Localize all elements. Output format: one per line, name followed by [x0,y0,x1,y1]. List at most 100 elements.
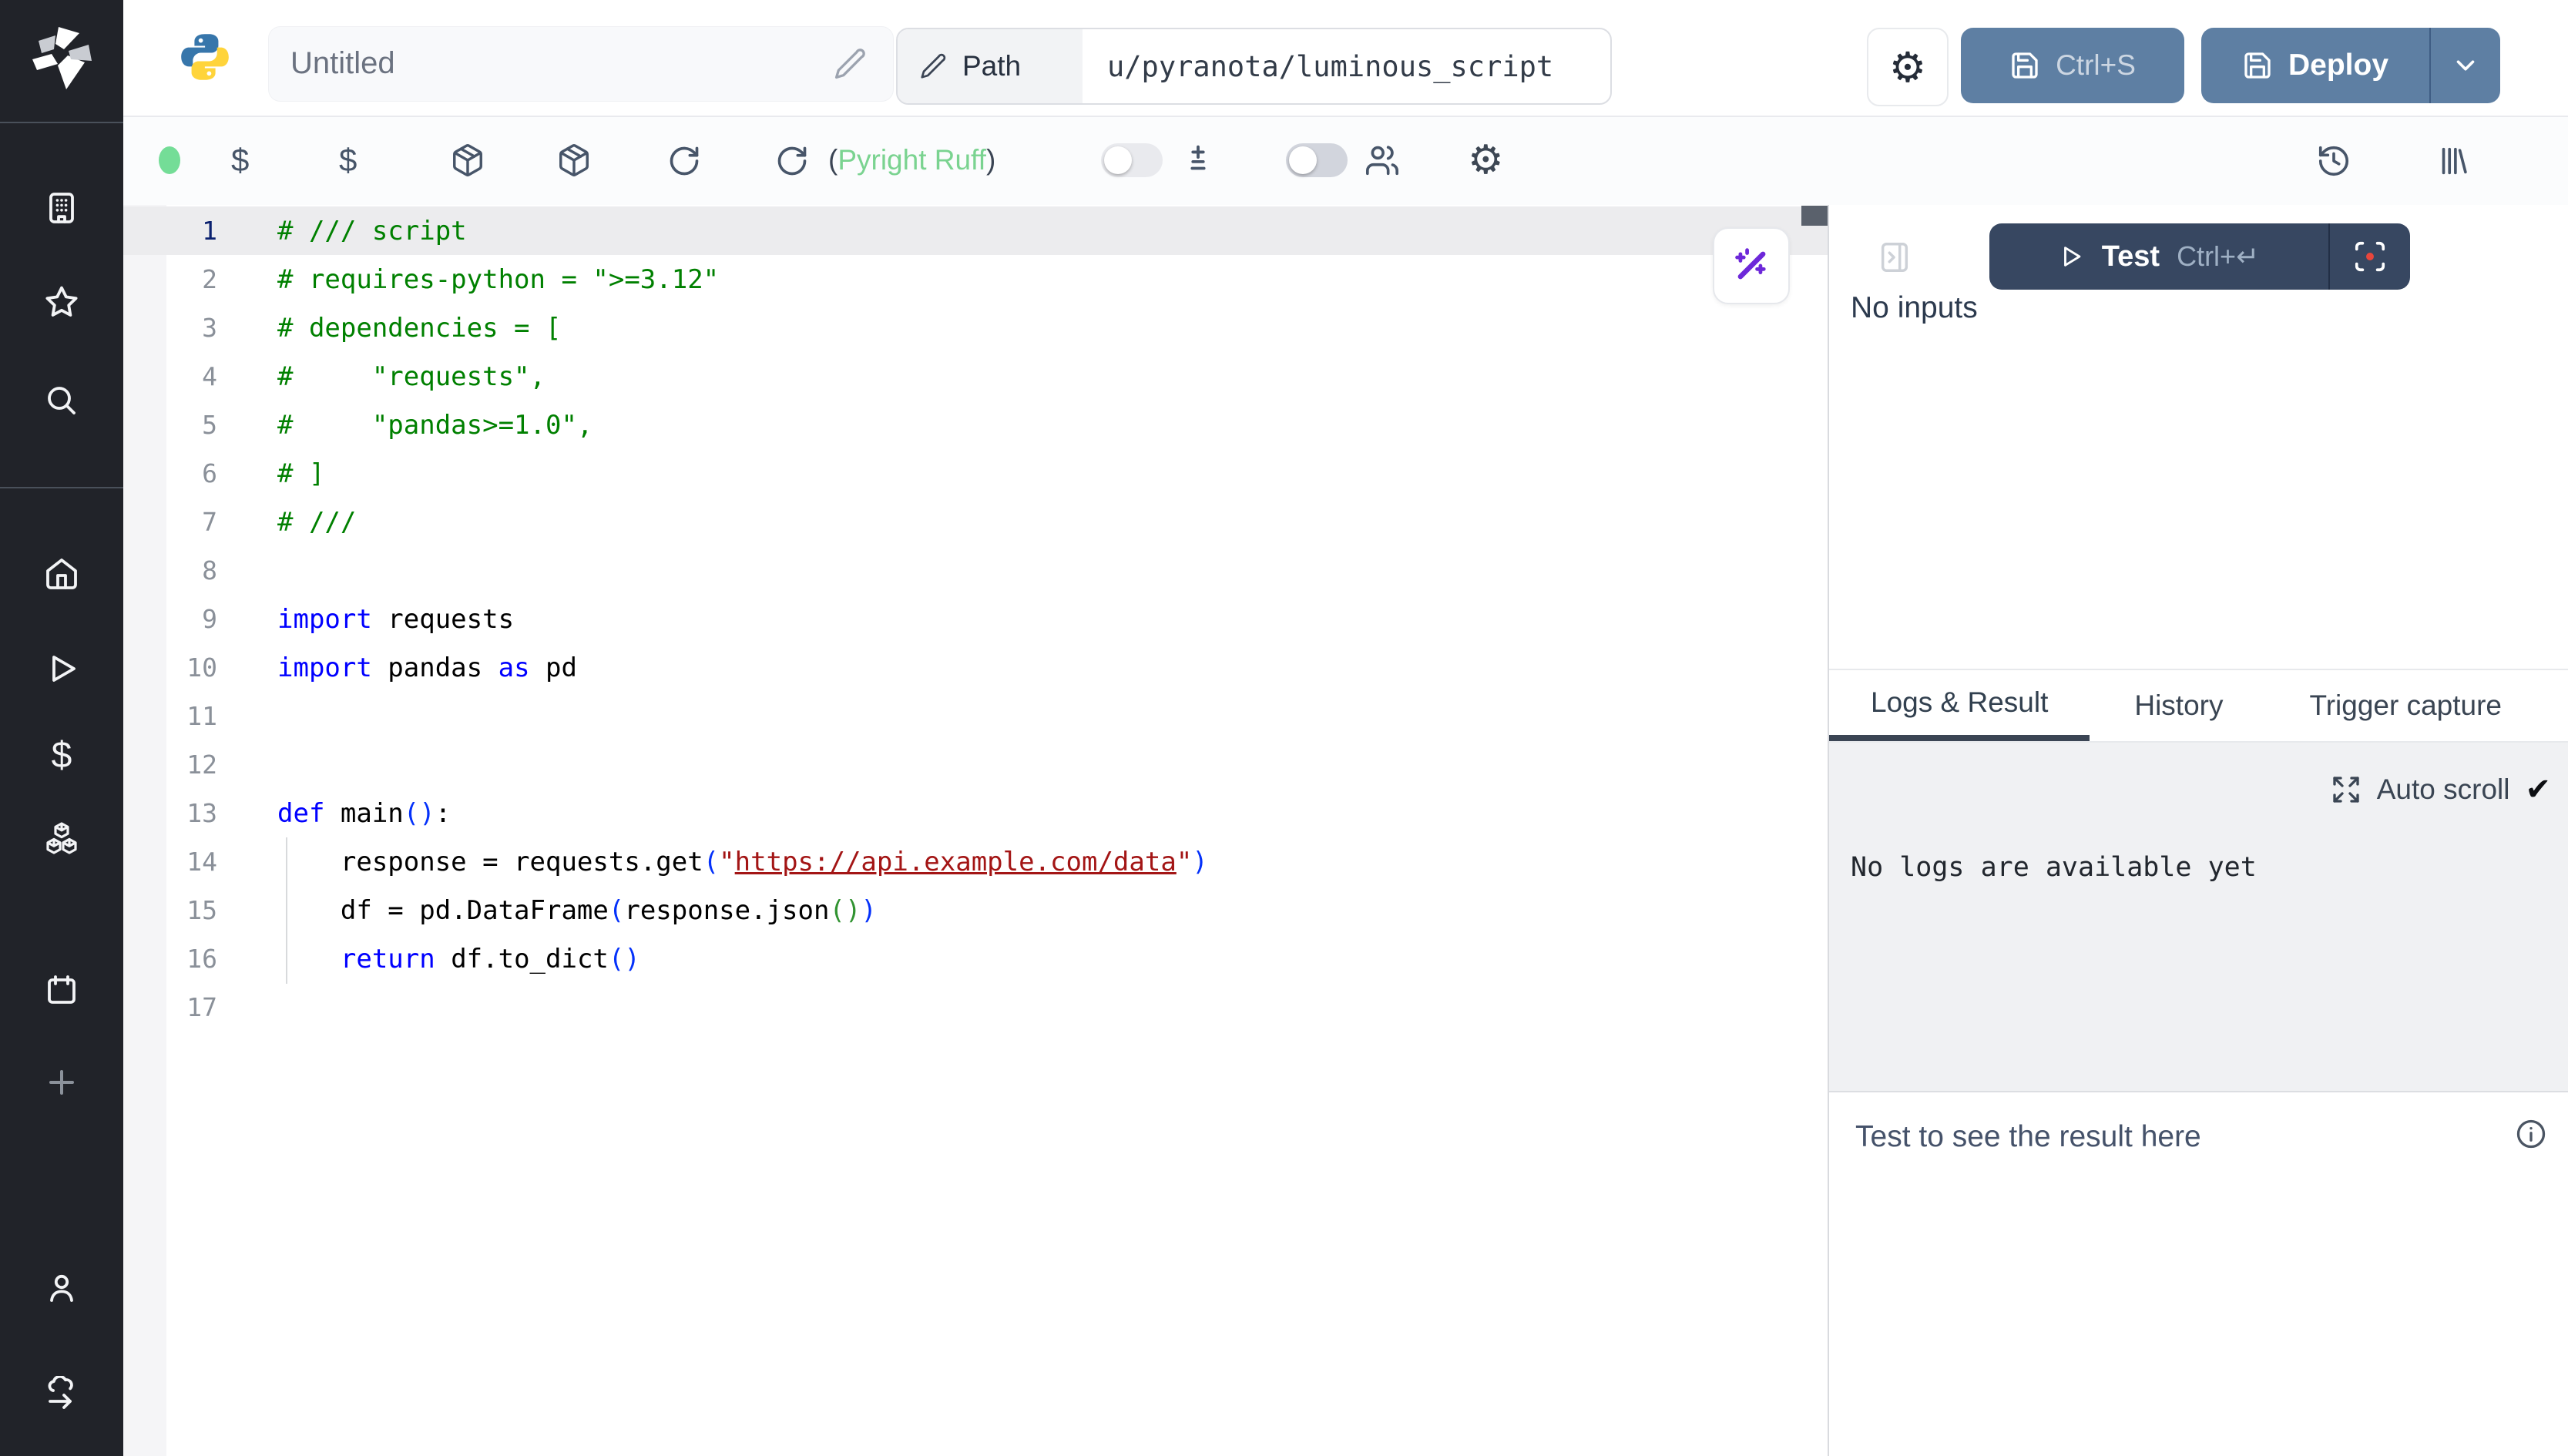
line-number: 5 [123,410,217,440]
toggle-knob [1104,146,1132,174]
code-line[interactable]: 17 [123,983,1828,1032]
editor-settings-gear-icon[interactable]: ⚙ [1468,117,1504,203]
top-header: Untitled Path u/pyranota/luminous_script… [123,0,2568,117]
info-icon[interactable] [2514,1117,2548,1151]
auto-scroll-label: Auto scroll [2377,773,2510,806]
logs-section: Auto scroll ✔ No logs are available yet [1829,743,2568,1091]
ai-assistant-button[interactable] [1713,227,1790,304]
tab-logs-result[interactable]: Logs & Result [1829,670,2090,741]
no-inputs-text: No inputs [1851,291,1978,325]
result-section: Test to see the result here [1829,1091,2568,1456]
sidebar-divider [0,122,123,123]
tab-trigger-capture[interactable]: Trigger capture [2268,670,2543,741]
code-line[interactable]: 11 [123,692,1828,740]
result-placeholder-text: Test to see the result here [1855,1120,2201,1154]
line-number: 14 [123,847,217,877]
star-icon[interactable] [43,283,80,320]
checkmark-icon: ✔ [2525,772,2551,807]
capture-run-button[interactable] [2330,223,2410,290]
code-line[interactable]: 6# ] [123,449,1828,498]
deploy-button-group: Deploy [2201,28,2500,103]
code-text: return df.to_dict() [277,944,640,975]
history-icon[interactable] [2316,143,2351,179]
package-icon[interactable] [450,143,485,178]
code-line[interactable]: 12 [123,740,1828,789]
code-line[interactable]: 14 response = requests.get("https://api.… [123,837,1828,886]
sidebar-divider [0,487,123,488]
play-icon[interactable] [43,650,80,687]
edit-title-pencil-icon[interactable] [833,47,867,81]
record-frame-icon [2352,239,2388,274]
code-text: # dependencies = [ [277,313,561,344]
save-draft-button[interactable]: Ctrl+S [1961,28,2184,103]
dollar-sign-icon[interactable]: $ [43,736,80,773]
line-number: 4 [123,361,217,391]
path-label-segment[interactable]: Path [898,29,1083,103]
line-number: 2 [123,264,217,294]
magic-wand-icon [1731,246,1771,286]
user-icon[interactable] [43,1270,80,1307]
code-text: df = pd.DataFrame(response.json()) [277,895,877,926]
editor-toolbar: $ $ (Pyright Ruff) [123,117,2568,206]
package-icon[interactable] [556,143,592,178]
run-panel: Test Ctrl+↵ No inputs Logs & ResultHisto… [1829,205,2568,1456]
search-icon[interactable] [43,382,80,419]
expand-icon [2331,774,2362,805]
windmill-logo[interactable] [23,20,100,97]
code-line[interactable]: 8 [123,546,1828,595]
editor-scrollbar-thumb[interactable] [1801,206,1828,226]
code-text: import pandas as pd [277,653,577,683]
code-line[interactable]: 9import requests [123,595,1828,643]
diff-mode-toggle[interactable] [1101,143,1163,177]
code-text: # requires-python = ">=3.12" [277,264,719,295]
script-settings-button[interactable]: ⚙ [1867,28,1949,106]
code-editor[interactable]: 1# /// script 2 # requires-python = ">=3.1… [123,205,1829,1456]
play-icon [2059,243,2085,270]
home-icon[interactable] [43,555,80,592]
boxes-icon[interactable] [43,820,80,857]
code-line[interactable]: 15 df = pd.DataFrame(response.json()) [123,886,1828,934]
resources-dollar-icon[interactable]: $ [339,117,357,203]
library-icon[interactable] [2435,143,2471,179]
gear-icon: ⚙ [1889,43,1926,92]
building-icon[interactable] [43,190,80,226]
auto-scroll-control[interactable]: Auto scroll ✔ [2331,772,2551,807]
code-line[interactable]: 2 # requires-python = ">=3.12" [123,255,1828,304]
test-button-group: Test Ctrl+↵ [1989,223,2410,290]
multiplayer-toggle[interactable] [1286,143,1348,177]
tab-history[interactable]: History [2093,670,2264,741]
deploy-options-button[interactable] [2431,28,2500,103]
test-button[interactable]: Test Ctrl+↵ [1989,223,2328,290]
code-line[interactable]: 3# dependencies = [ [123,304,1828,352]
code-line[interactable]: 16 return df.to_dict() [123,934,1828,983]
code-text: response = requests.get("https://api.exa… [277,847,1208,877]
app-sidebar: $ [0,0,123,1456]
test-shortcut: Ctrl+↵ [2177,240,2259,273]
collapse-panel-icon[interactable] [1877,237,1912,277]
workspace-switch-icon[interactable] [43,1376,80,1413]
calendar-icon[interactable] [43,971,80,1008]
line-number: 12 [123,750,217,780]
code-line[interactable]: 7# /// [123,498,1828,546]
code-line[interactable]: 5# "pandas>=1.0", [123,401,1828,449]
line-number: 6 [123,458,217,488]
chevron-down-icon [2451,51,2480,80]
script-title-field[interactable]: Untitled [268,26,894,102]
refresh-icon[interactable] [667,144,701,178]
refresh-icon[interactable] [775,144,809,178]
code-line[interactable]: 13def main(): [123,789,1828,837]
diff-icon [1180,142,1216,177]
save-icon [2009,50,2040,81]
code-line[interactable]: 10 import pandas as pd [123,643,1828,692]
line-number: 10 [123,653,217,683]
code-line[interactable]: 4# "requests", [123,352,1828,401]
deploy-save-icon [2242,50,2273,81]
deploy-button[interactable]: Deploy [2201,28,2429,103]
script-title: Untitled [290,27,395,99]
script-path-widget[interactable]: Path u/pyranota/luminous_script [896,28,1612,105]
plus-icon[interactable] [43,1064,80,1101]
variables-dollar-icon[interactable]: $ [231,117,249,203]
test-label: Test [2102,240,2160,273]
code-line[interactable]: 1# /// script [123,206,1828,255]
line-number: 17 [123,992,217,1022]
